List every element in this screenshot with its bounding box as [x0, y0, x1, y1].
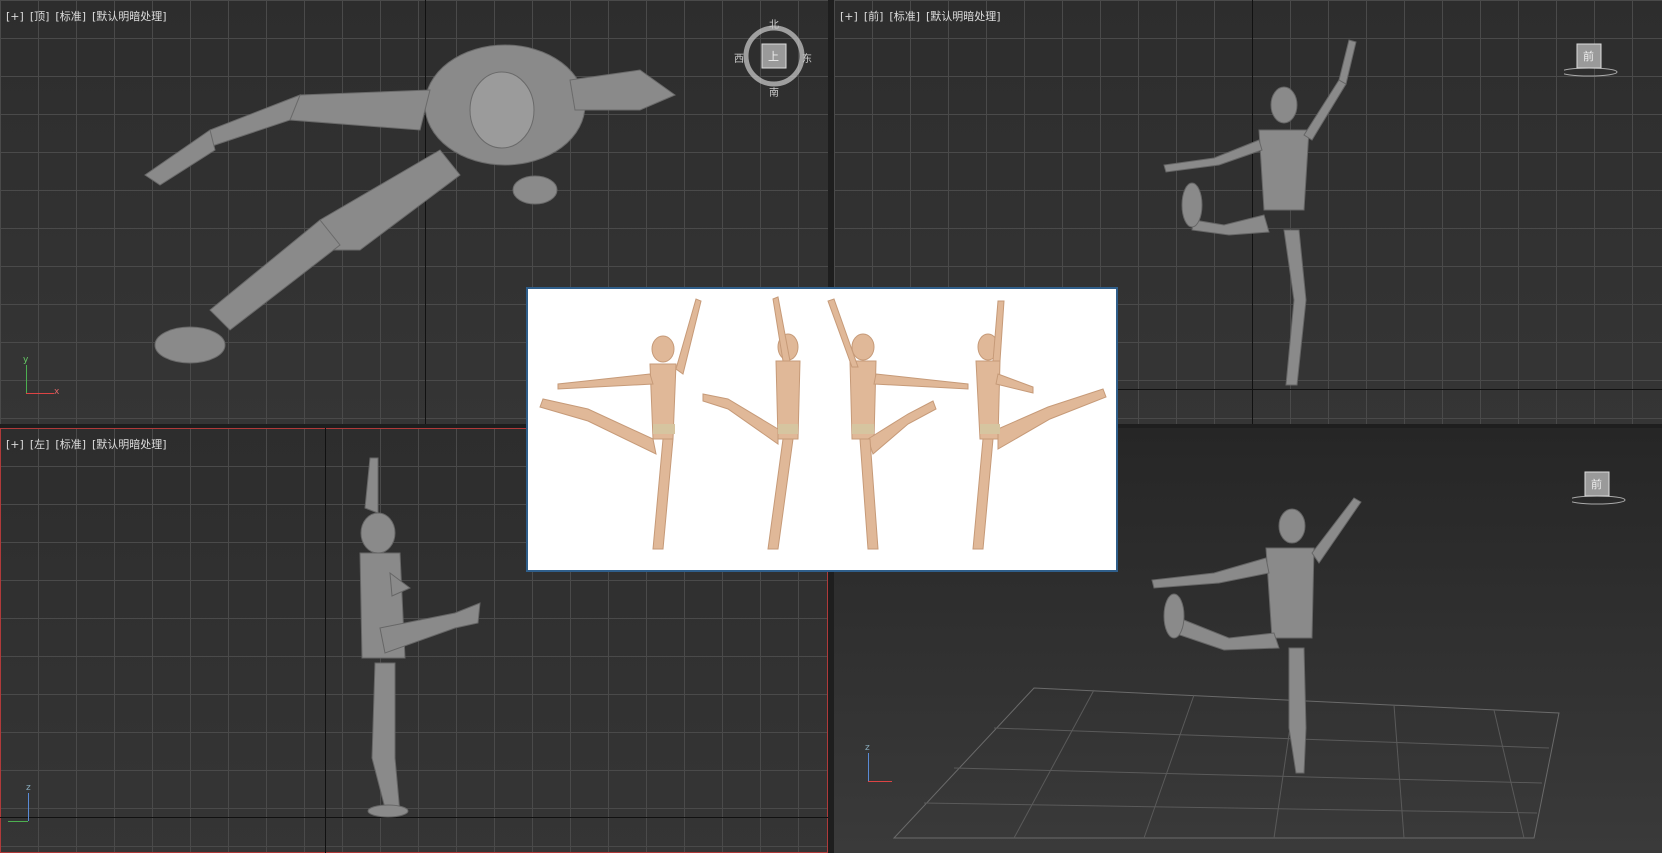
- axis-z-label: z: [865, 743, 870, 753]
- reference-dancer-photos: [539, 296, 1107, 550]
- axis-y-label: y: [23, 355, 29, 365]
- axis-tripod: z: [8, 783, 48, 833]
- axis-tripod: z: [864, 743, 904, 793]
- axis-tripod: y x: [22, 355, 62, 405]
- reference-image: [526, 287, 1118, 572]
- axis-x-label: x: [54, 387, 60, 397]
- axis-z-label: z: [26, 783, 31, 793]
